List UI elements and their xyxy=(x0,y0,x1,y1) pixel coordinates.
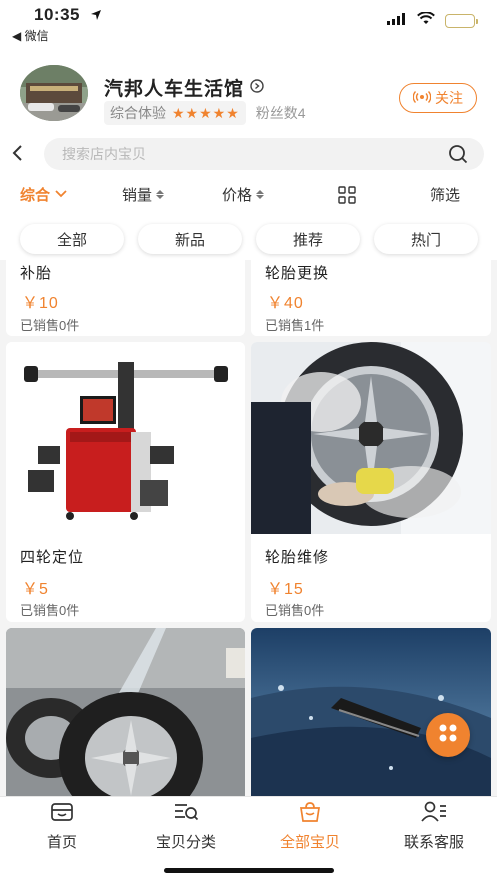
product-title: 轮胎更换 xyxy=(265,265,330,282)
location-arrow-icon xyxy=(90,8,102,26)
product-price: ￥5 xyxy=(22,581,49,598)
search-input[interactable] xyxy=(44,138,424,170)
chip-hot[interactable]: 热门 xyxy=(374,224,478,254)
sort-sales-label: 销量 xyxy=(122,187,153,204)
product-price: ￥10 xyxy=(22,295,59,312)
product-sold-count: 已销售1件 xyxy=(265,318,325,333)
product-sold-count: 已销售0件 xyxy=(20,603,80,618)
tab-home[interactable]: 首页 xyxy=(12,801,112,852)
filter-button[interactable]: 筛选 xyxy=(430,184,460,205)
shop-name: 汽邦人车生活馆 xyxy=(104,79,245,100)
filter-label: 筛选 xyxy=(430,187,461,204)
product-title: 四轮定位 xyxy=(20,549,85,566)
grid-view-icon[interactable] xyxy=(338,186,356,204)
home-icon xyxy=(50,801,74,827)
category-icon xyxy=(173,801,199,827)
search-box[interactable] xyxy=(44,138,484,170)
dropdown-icon xyxy=(54,186,68,203)
shop-name-row[interactable]: 汽邦人车生活馆 xyxy=(104,74,264,101)
tab-contact-label: 联系客服 xyxy=(403,834,464,851)
sort-arrows-icon xyxy=(256,190,265,199)
follow-label: 关注 xyxy=(435,90,463,106)
rating-stars: ★★★★★ xyxy=(172,104,240,121)
tab-category-label: 宝贝分类 xyxy=(155,834,216,851)
sort-comprehensive-label: 综合 xyxy=(20,187,51,204)
chip-new[interactable]: 新品 xyxy=(138,224,242,254)
product-card[interactable]: 补胎 ￥10 已销售0件 xyxy=(6,260,245,336)
product-title: 轮胎维修 xyxy=(265,549,330,566)
tab-all-products-label: 全部宝贝 xyxy=(279,834,340,851)
broadcast-icon xyxy=(412,90,432,106)
tab-home-label: 首页 xyxy=(46,834,77,851)
follow-button[interactable]: 关注 xyxy=(399,83,477,113)
chip-all[interactable]: 全部 xyxy=(20,224,124,254)
signal-icon xyxy=(387,12,407,30)
product-image-wheel-alignment xyxy=(6,342,245,534)
search-icon[interactable] xyxy=(448,144,468,169)
back-chevron-icon[interactable] xyxy=(8,142,28,169)
product-image-tire-repair xyxy=(251,342,491,534)
status-time: 10:35 xyxy=(34,5,80,24)
contact-icon xyxy=(421,801,447,827)
category-chip-row: 全部 新品 推荐 热门 xyxy=(0,216,497,260)
rating-label: 综合体验 xyxy=(110,105,166,121)
menu-fab-button[interactable] xyxy=(426,713,470,757)
product-sold-count: 已销售0件 xyxy=(20,318,80,333)
product-price: ￥40 xyxy=(267,295,304,312)
product-image-wiper xyxy=(251,628,491,796)
sort-arrows-icon xyxy=(156,190,165,199)
product-card[interactable] xyxy=(6,628,245,796)
product-card[interactable] xyxy=(251,628,491,796)
product-card[interactable]: 四轮定位 ￥5 已销售0件 xyxy=(6,342,245,622)
sort-comprehensive[interactable]: 综合 xyxy=(20,184,68,205)
menu-fab-icon xyxy=(438,723,458,748)
sort-price-label: 价格 xyxy=(222,187,253,204)
back-to-wechat-link[interactable]: ◀ 微信 xyxy=(12,27,49,44)
shop-header: 汽邦人车生活馆 综合体验 ★★★★★ 粉丝数4 关注 xyxy=(0,46,497,130)
product-price: ￥15 xyxy=(267,581,304,598)
sort-price[interactable]: 价格 xyxy=(222,184,265,205)
product-image-tire-wash xyxy=(6,628,245,796)
shop-meta: 综合体验 ★★★★★ 粉丝数4 xyxy=(104,101,306,125)
sort-sales[interactable]: 销量 xyxy=(122,184,165,205)
wifi-icon xyxy=(417,11,435,30)
home-indicator xyxy=(164,868,334,873)
status-bar: 10:35 ◀ 微信 xyxy=(0,0,497,46)
product-title: 补胎 xyxy=(20,265,53,282)
product-card[interactable]: 轮胎维修 ￥15 已销售0件 xyxy=(251,342,491,622)
chip-recommended[interactable]: 推荐 xyxy=(256,224,360,254)
search-row xyxy=(0,130,497,178)
sort-row: 综合 销量 价格 筛选 xyxy=(0,178,497,216)
fans-count: 粉丝数4 xyxy=(255,105,306,121)
product-card[interactable]: 轮胎更换 ￥40 已销售1件 xyxy=(251,260,491,336)
tab-category[interactable]: 宝贝分类 xyxy=(136,801,236,852)
verified-icon xyxy=(250,77,264,99)
product-sold-count: 已销售0件 xyxy=(265,603,325,618)
tab-all-products[interactable]: 全部宝贝 xyxy=(260,801,360,852)
rating-pill: 综合体验 ★★★★★ xyxy=(104,101,246,125)
shop-avatar[interactable] xyxy=(20,65,88,121)
battery-icon xyxy=(445,14,478,28)
status-icons xyxy=(387,11,478,30)
product-grid: 补胎 ￥10 已销售0件 轮胎更换 ￥40 已销售1件 四轮定位 ￥5 已销售0… xyxy=(0,260,497,796)
tab-contact[interactable]: 联系客服 xyxy=(384,801,484,852)
bag-icon xyxy=(298,801,322,827)
